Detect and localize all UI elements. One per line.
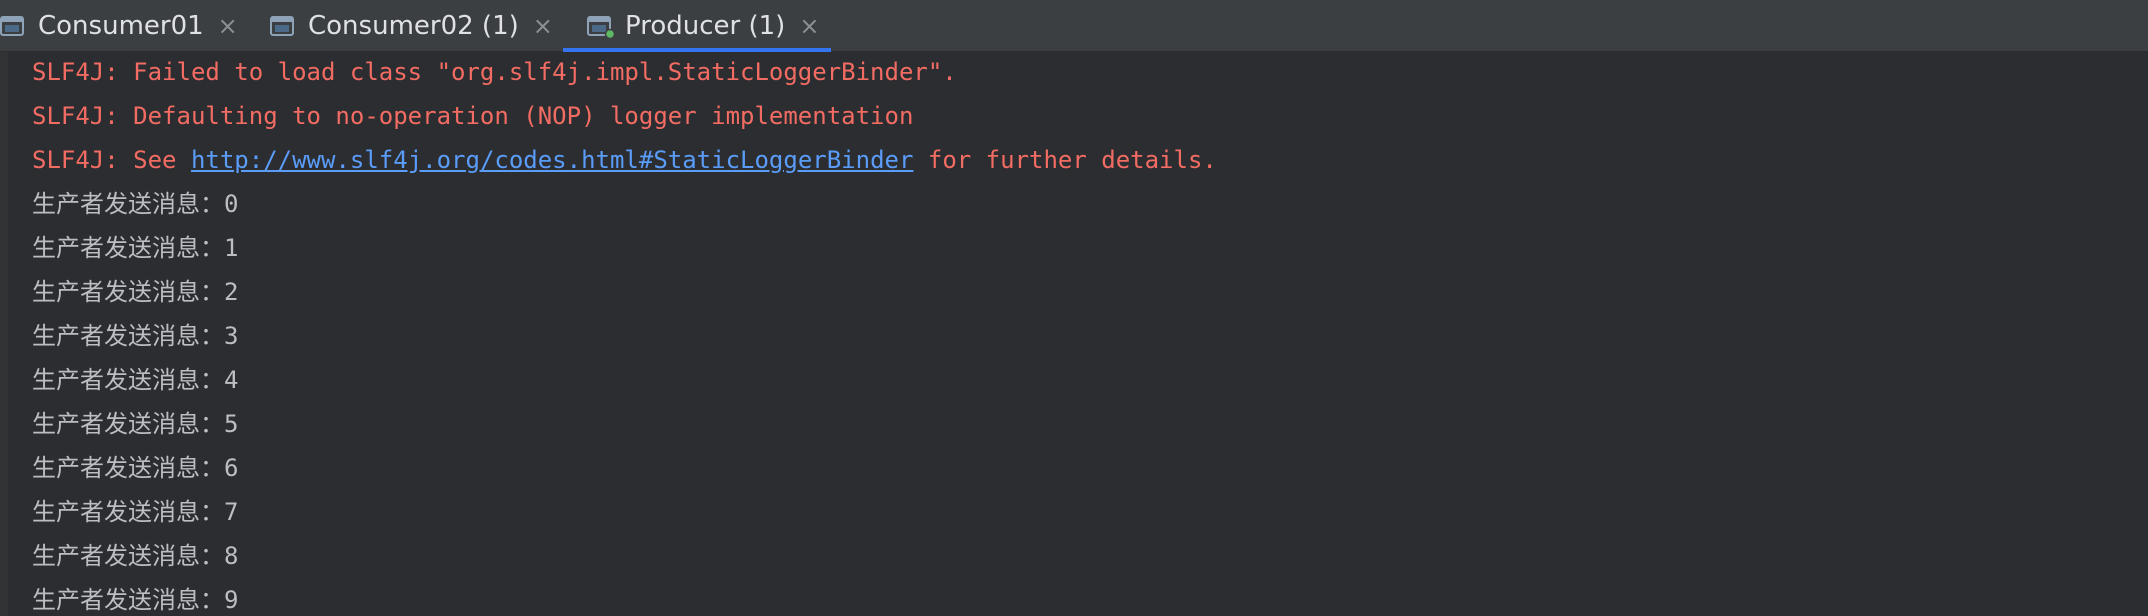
console-window-icon [0, 13, 28, 39]
console-line: 生产者发送消息：4 [32, 366, 239, 394]
console-line: SLF4J: Failed to load class "org.slf4j.i… [32, 58, 957, 86]
console-window-icon [270, 13, 298, 39]
console-line: SLF4J: See http://www.slf4j.org/codes.ht… [32, 140, 1217, 180]
console-gutter [0, 52, 8, 616]
tab-label: Producer (1) [625, 11, 786, 41]
console-line: 生产者发送消息：7 [32, 498, 239, 526]
close-icon[interactable]: × [799, 12, 819, 40]
close-icon[interactable]: × [218, 12, 238, 40]
console-line: 生产者发送消息：3 [32, 322, 239, 350]
console-line-prefix: SLF4J: See [32, 146, 191, 174]
console-line-suffix: for further details. [913, 146, 1217, 174]
slf4j-docs-link[interactable]: http://www.slf4j.org/codes.html#StaticLo… [191, 146, 913, 174]
run-tab-bar: Consumer01 × Consumer02 (1) × Producer (… [0, 0, 2148, 52]
console-window-icon [587, 13, 616, 40]
tab-label: Consumer01 [38, 11, 204, 41]
console-line: SLF4J: Defaulting to no-operation (NOP) … [32, 102, 914, 130]
tab-consumer01[interactable]: Consumer01 × [0, 0, 240, 52]
running-indicator-icon [604, 28, 616, 40]
console-line: 生产者发送消息：2 [32, 278, 239, 306]
console-output[interactable]: SLF4J: Failed to load class "org.slf4j.i… [0, 52, 2148, 616]
console-line: 生产者发送消息：8 [32, 542, 239, 570]
tab-producer[interactable]: Producer (1) × [563, 0, 831, 52]
console-line: 生产者发送消息：6 [32, 454, 239, 482]
tab-consumer02[interactable]: Consumer02 (1) × [270, 0, 553, 52]
close-icon[interactable]: × [533, 12, 553, 40]
console-line: 生产者发送消息：5 [32, 410, 239, 438]
console-line: 生产者发送消息：1 [32, 234, 239, 262]
run-tool-window: Consumer01 × Consumer02 (1) × Producer (… [0, 0, 2148, 616]
tab-label: Consumer02 (1) [308, 11, 519, 41]
console-line: 生产者发送消息：9 [32, 586, 239, 614]
console-line: 生产者发送消息：0 [32, 190, 239, 218]
